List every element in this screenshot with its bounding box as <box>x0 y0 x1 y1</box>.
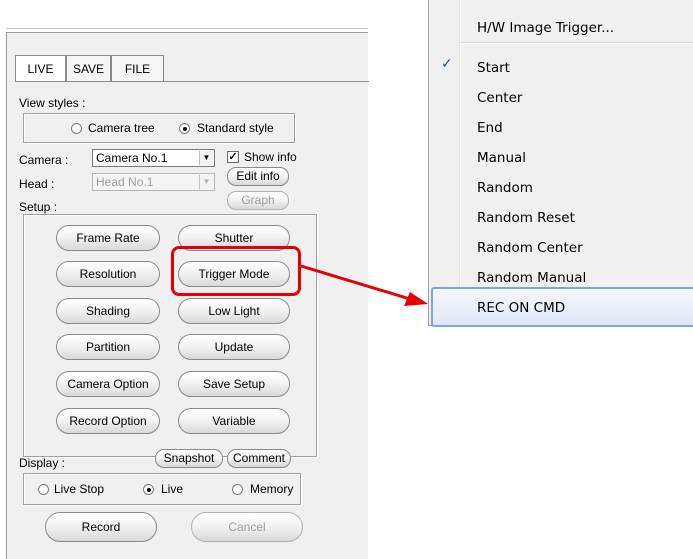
snapshot-button[interactable]: Snapshot <box>155 449 223 468</box>
menu-item-center[interactable]: Center <box>477 90 522 106</box>
graph-button[interactable]: Graph <box>227 191 289 210</box>
radio-memory[interactable] <box>232 484 243 495</box>
dropdown-arrow-icon[interactable]: ▼ <box>199 175 213 189</box>
radio-live-stop[interactable] <box>38 484 49 495</box>
dropdown-arrow-icon[interactable]: ▼ <box>199 151 213 165</box>
save-setup-button[interactable]: Save Setup <box>178 371 290 397</box>
radio-camera-tree[interactable] <box>71 123 82 134</box>
show-info-checkbox[interactable]: ✓ <box>227 151 239 163</box>
memory-label: Memory <box>250 482 294 496</box>
partition-button[interactable]: Partition <box>56 334 160 360</box>
frame-rate-button[interactable]: Frame Rate <box>56 225 160 251</box>
tab-live[interactable]: LIVE <box>15 55 66 81</box>
comment-button[interactable]: Comment <box>227 449 291 468</box>
head-select[interactable]: Head No.1 ▼ <box>92 173 215 191</box>
camera-option-button[interactable]: Camera Option <box>56 371 160 397</box>
menu-item-random[interactable]: Random <box>477 180 533 196</box>
menu-separator <box>461 42 693 44</box>
tab-file[interactable]: FILE <box>111 55 164 81</box>
tab-save[interactable]: SAVE <box>66 55 111 81</box>
resolution-button[interactable]: Resolution <box>56 261 160 287</box>
menu-item-random-reset[interactable]: Random Reset <box>477 210 575 226</box>
radio-live[interactable] <box>143 484 154 495</box>
trigger-mode-highlight <box>171 246 301 296</box>
radio-standard-style[interactable] <box>179 123 190 134</box>
standard-style-label: Standard style <box>197 121 274 135</box>
menu-item-random-center[interactable]: Random Center <box>477 240 583 256</box>
low-light-button[interactable]: Low Light <box>178 298 290 324</box>
record-button[interactable]: Record <box>45 512 157 542</box>
camera-tree-label: Camera tree <box>88 121 155 135</box>
shading-button[interactable]: Shading <box>56 298 160 324</box>
camera-select[interactable]: Camera No.1 ▼ <box>92 149 215 167</box>
menu-item-random-manual[interactable]: Random Manual <box>477 270 586 286</box>
menu-gutter <box>459 0 461 325</box>
live-label: Live <box>161 482 184 496</box>
live-stop-label: Live Stop <box>54 482 105 496</box>
trigger-mode-menu: H/W Image Trigger... ✓ Start Center End … <box>428 0 693 327</box>
variable-button[interactable]: Variable <box>178 408 290 434</box>
update-button[interactable]: Update <box>178 334 290 360</box>
setup-label: Setup : <box>19 200 58 214</box>
show-info-label: Show info <box>244 150 297 164</box>
panel-top-border <box>6 28 368 29</box>
tab-divider <box>15 81 369 82</box>
record-option-button[interactable]: Record Option <box>56 408 160 434</box>
menu-item-rec-on-cmd[interactable]: REC ON CMD <box>477 300 565 316</box>
camera-value: Camera No.1 <box>96 151 168 165</box>
menu-item-start[interactable]: Start <box>477 60 510 76</box>
view-styles-label: View styles : <box>19 96 86 110</box>
checkmark-icon: ✓ <box>441 56 453 72</box>
head-value: Head No.1 <box>96 175 154 189</box>
view-styles-group: Camera tree Standard style <box>23 113 295 143</box>
menu-item-hw-image-trigger[interactable]: H/W Image Trigger... <box>477 20 614 36</box>
edit-info-button[interactable]: Edit info <box>227 167 289 186</box>
camera-label: Camera : <box>19 153 69 167</box>
head-label: Head : <box>19 177 55 191</box>
arrow-head <box>404 292 428 306</box>
menu-item-manual[interactable]: Manual <box>477 150 526 166</box>
menu-item-end[interactable]: End <box>477 120 503 136</box>
display-label: Display : <box>19 456 66 470</box>
display-mode-group: Live Stop Live Memory <box>23 473 301 505</box>
cancel-button[interactable]: Cancel <box>191 512 303 542</box>
